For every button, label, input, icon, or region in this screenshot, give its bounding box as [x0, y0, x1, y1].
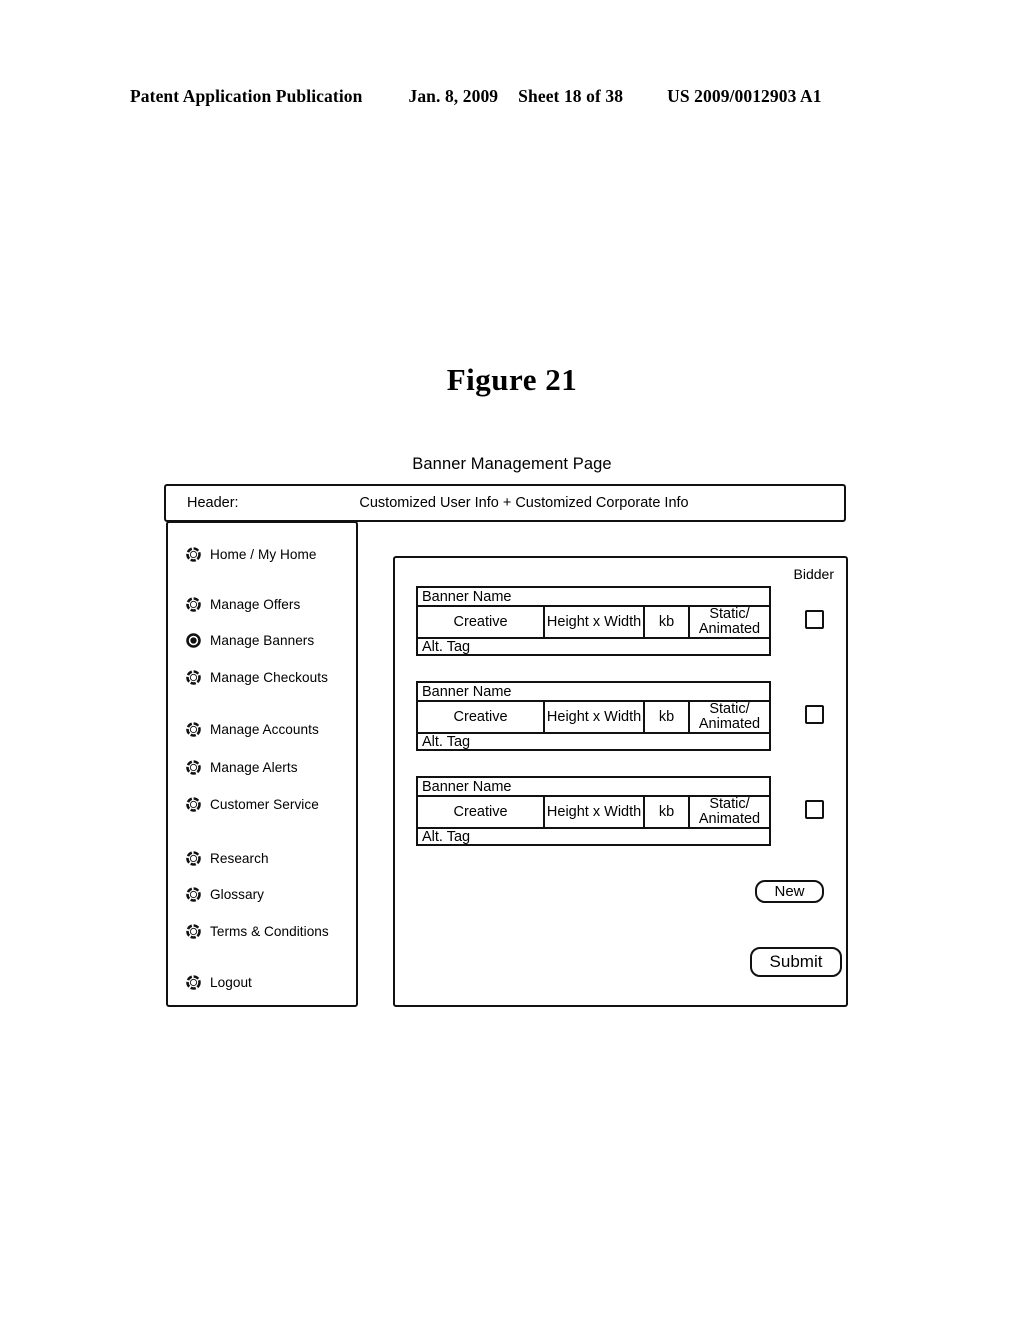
sidebar: Home / My Home Manage Offers Manage Banner… [166, 521, 358, 1007]
banner-row[interactable]: Banner Name Creative Height x Width kb Stati… [416, 586, 771, 656]
publication-date: Jan. 8, 2009 [408, 86, 499, 106]
animation-type-cell[interactable]: Static/ Animated [690, 702, 769, 732]
alt-tag-field[interactable]: Alt. Tag [418, 639, 769, 654]
ring-icon [186, 670, 201, 685]
sidebar-item-label: Manage Checkouts [210, 670, 328, 685]
ring-icon [186, 760, 201, 775]
banner-management-wireframe: Header: Customized User Info + Customize… [164, 484, 854, 1009]
banner-content-panel: Bidder Banner Name Creative Height x Width… [393, 556, 848, 1007]
sidebar-item-label: Glossary [210, 887, 265, 902]
sidebar-item-research[interactable]: Research [186, 851, 269, 866]
bidder-checkbox[interactable] [805, 800, 824, 819]
document-number: US 2009/0012903 A1 [667, 86, 822, 106]
banner-name-field[interactable]: Banner Name [418, 778, 769, 797]
creative-cell[interactable]: Creative [418, 607, 546, 637]
ring-filled-icon [186, 633, 201, 648]
sidebar-item-manage-banners[interactable]: Manage Banners [186, 633, 314, 648]
sidebar-item-label: Manage Offers [210, 597, 301, 612]
file-size-cell[interactable]: kb [645, 607, 690, 637]
header-value: Customized User Info + Customized Corpor… [359, 495, 689, 511]
banner-name-field[interactable]: Banner Name [418, 588, 769, 607]
sidebar-item-terms-conditions[interactable]: Terms & Conditions [186, 924, 329, 939]
banner-name-field[interactable]: Banner Name [418, 683, 769, 702]
alt-tag-field[interactable]: Alt. Tag [418, 829, 769, 844]
bidder-checkbox[interactable] [805, 705, 824, 724]
ring-icon [186, 975, 201, 990]
sidebar-item-label: Manage Accounts [210, 722, 319, 737]
sidebar-item-manage-accounts[interactable]: Manage Accounts [186, 722, 319, 737]
submit-button[interactable]: Submit [750, 947, 842, 977]
sidebar-item-label: Manage Alerts [210, 760, 298, 775]
ring-icon [186, 597, 201, 612]
sidebar-item-label: Logout [210, 975, 252, 990]
sidebar-item-manage-offers[interactable]: Manage Offers [186, 597, 300, 612]
bidder-column-header: Bidder [793, 566, 834, 582]
ring-icon [186, 851, 201, 866]
dimensions-cell[interactable]: Height x Width [545, 702, 646, 732]
ring-icon [186, 887, 201, 902]
banner-attributes-row: Creative Height x Width kb Static/ Animated [418, 797, 769, 829]
alt-tag-field[interactable]: Alt. Tag [418, 734, 769, 749]
sidebar-item-label: Terms & Conditions [210, 924, 329, 939]
new-button[interactable]: New [755, 880, 824, 903]
creative-cell[interactable]: Creative [418, 797, 546, 827]
sidebar-item-label: Research [210, 851, 269, 866]
banner-attributes-row: Creative Height x Width kb Static/ Animated [418, 702, 769, 734]
figure-caption: Figure 21 [446, 362, 578, 397]
ring-icon [186, 547, 201, 562]
ring-icon [186, 797, 201, 812]
sidebar-item-manage-checkouts[interactable]: Manage Checkouts [186, 670, 328, 685]
sidebar-item-manage-alerts[interactable]: Manage Alerts [186, 760, 298, 775]
sidebar-item-glossary[interactable]: Glossary [186, 887, 264, 902]
banner-row[interactable]: Banner Name Creative Height x Width kb Stati… [416, 776, 771, 846]
sidebar-item-label: Home / My Home [210, 547, 317, 562]
ring-icon [186, 924, 201, 939]
sidebar-nav-list: Home / My Home Manage Offers Manage Banner… [168, 523, 356, 1005]
page-title: Banner Management Page [412, 455, 612, 473]
bidder-checkbox[interactable] [805, 610, 824, 629]
sheet-number: Sheet 18 of 38 [518, 86, 624, 106]
app-header-bar: Header: Customized User Info + Customize… [164, 484, 846, 522]
sidebar-item-home-my-home[interactable]: Home / My Home [186, 547, 316, 562]
sidebar-item-customer-service[interactable]: Customer Service [186, 797, 319, 812]
sidebar-item-logout[interactable]: Logout [186, 975, 252, 990]
file-size-cell[interactable]: kb [645, 702, 690, 732]
sidebar-item-label: Manage Banners [210, 633, 315, 648]
ring-icon [186, 722, 201, 737]
file-size-cell[interactable]: kb [645, 797, 690, 827]
banner-attributes-row: Creative Height x Width kb Static/ Animated [418, 607, 769, 639]
patent-sheet-header: Patent Application Publication Jan. 8, 2… [130, 86, 890, 107]
sidebar-item-label: Customer Service [210, 797, 319, 812]
creative-cell[interactable]: Creative [418, 702, 546, 732]
banner-row[interactable]: Banner Name Creative Height x Width kb Stati… [416, 681, 771, 751]
animation-type-cell[interactable]: Static/ Animated [690, 797, 769, 827]
publication-label: Patent Application Publication [130, 86, 363, 106]
dimensions-cell[interactable]: Height x Width [545, 607, 646, 637]
animation-type-cell[interactable]: Static/ Animated [690, 607, 769, 637]
dimensions-cell[interactable]: Height x Width [545, 797, 646, 827]
